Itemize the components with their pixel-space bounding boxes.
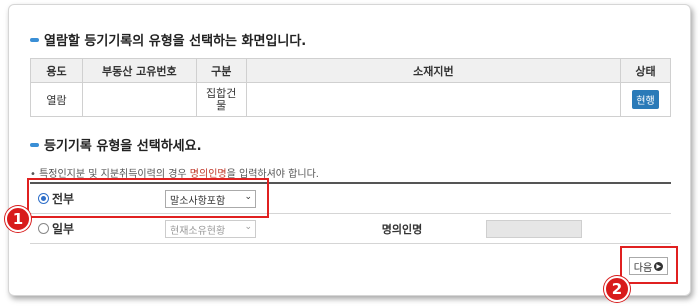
radio-partial-label: 일부 bbox=[52, 222, 75, 236]
cell-address bbox=[245, 82, 622, 117]
annotation-badge-2: 2 bbox=[604, 276, 630, 302]
annotation-box-2 bbox=[620, 246, 678, 284]
holder-name-input[interactable] bbox=[486, 220, 582, 238]
table-row: 열람 집합건물 현행 bbox=[30, 82, 671, 117]
radio-partial[interactable]: 일부 bbox=[30, 214, 155, 243]
option-row-partial: 일부 현재소유현황 ⌄ 명의인명 bbox=[30, 214, 671, 244]
section2-heading: 등기기록 유형을 선택하세요. bbox=[30, 135, 202, 154]
heading-bullet-icon bbox=[30, 37, 39, 42]
table-header-row: 용도 부동산 고유번호 구분 소재지번 상태 bbox=[30, 58, 671, 83]
section1-title: 열람할 등기기록의 유형을 선택하는 화면입니다. bbox=[44, 34, 307, 49]
section1-heading: 열람할 등기기록의 유형을 선택하는 화면입니다. bbox=[30, 30, 306, 49]
status-badge[interactable]: 현행 bbox=[632, 90, 659, 109]
heading-bullet-icon bbox=[30, 142, 39, 147]
cell-category: 집합건물 bbox=[195, 82, 247, 117]
annotation-box-1 bbox=[27, 178, 269, 218]
records-table: 용도 부동산 고유번호 구분 소재지번 상태 열람 집합건물 현행 bbox=[30, 58, 671, 117]
header-unique-no: 부동산 고유번호 bbox=[81, 58, 197, 83]
chevron-down-icon: ⌄ bbox=[244, 222, 252, 232]
header-category: 구분 bbox=[195, 58, 247, 83]
radio-unchecked-icon[interactable] bbox=[38, 223, 49, 234]
section2-title: 등기기록 유형을 선택하세요. bbox=[44, 139, 202, 154]
header-purpose: 용도 bbox=[30, 58, 83, 83]
cell-status: 현행 bbox=[620, 82, 671, 117]
header-address: 소재지번 bbox=[245, 58, 622, 83]
cell-purpose: 열람 bbox=[30, 82, 83, 117]
annotation-badge-1: 1 bbox=[5, 206, 31, 232]
header-status: 상태 bbox=[620, 58, 671, 83]
holder-name-label: 명의인명 bbox=[381, 222, 423, 236]
partial-scope-select-value: 현재소유현황 bbox=[170, 225, 226, 237]
cell-unique-no bbox=[81, 82, 197, 117]
partial-scope-select[interactable]: 현재소유현황 ⌄ bbox=[165, 220, 256, 238]
